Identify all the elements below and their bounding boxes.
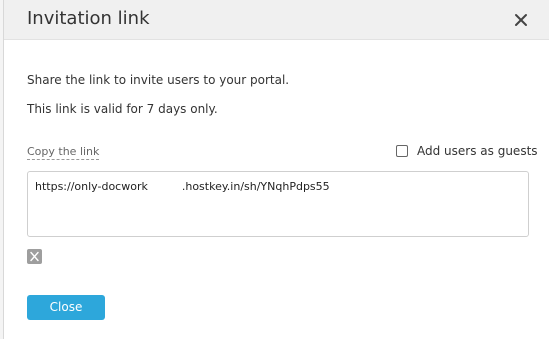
dialog-header: Invitation link (4, 0, 549, 40)
close-icon[interactable] (511, 10, 531, 30)
share-description: Share the link to invite users to your p… (27, 73, 290, 87)
link-text-end: .hostkey.in/sh/YNqhPdps55 (181, 180, 330, 193)
close-button[interactable]: Close (27, 295, 105, 320)
link-redaction (147, 180, 182, 190)
invitation-link-text: https://only-docwork .hostkey.in/sh/YNqhP… (35, 179, 330, 194)
x-logo-svg (30, 251, 39, 262)
guest-checkbox-label: Add users as guests (417, 144, 538, 158)
invitation-dialog: Invitation link Share the link to invite… (3, 0, 549, 339)
invitation-link-field[interactable]: https://only-docwork .hostkey.in/sh/YNqhP… (27, 171, 529, 237)
guest-checkbox[interactable] (396, 145, 408, 157)
copy-link-button[interactable]: Copy the link (27, 144, 100, 160)
dialog-title: Invitation link (27, 8, 150, 29)
link-text-start: https://only-docwork (35, 180, 148, 193)
x-twitter-icon[interactable] (27, 249, 42, 264)
guest-option[interactable]: Add users as guests (396, 142, 538, 160)
close-icon-svg (515, 14, 527, 26)
validity-note: This link is valid for 7 days only. (27, 102, 218, 116)
